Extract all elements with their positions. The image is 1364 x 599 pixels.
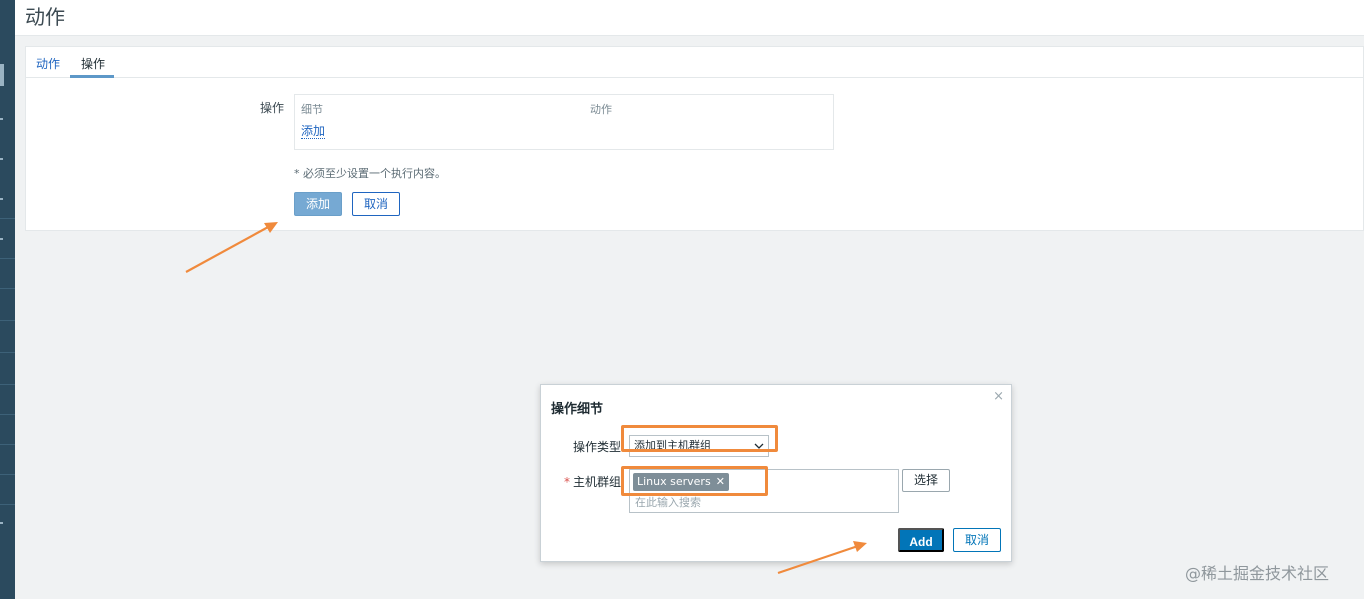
sidebar-item[interactable] (0, 158, 3, 160)
host-group-label-wrapper: * 主机群组 (559, 473, 621, 490)
sidebar-item[interactable] (0, 238, 3, 240)
watermark: @稀土掘金技术社区 (1185, 564, 1330, 583)
chip-label: Linux servers (637, 475, 711, 488)
sidebar-divider (0, 258, 15, 259)
dialog-cancel-button[interactable]: 取消 (953, 528, 1001, 552)
operation-type-select[interactable]: 添加到主机群组 (629, 435, 769, 457)
host-group-search-input[interactable]: 在此输入搜索 (635, 494, 701, 510)
operations-table: 细节 动作 添加 (294, 94, 834, 150)
sidebar-divider (0, 218, 15, 219)
host-group-label: 主机群组 (572, 475, 621, 489)
cancel-button[interactable]: 取消 (352, 192, 400, 216)
operation-type-value: 添加到主机群组 (634, 439, 711, 452)
sidebar-divider (0, 444, 15, 445)
sidebar-active-marker (0, 64, 4, 86)
host-group-multiselect[interactable]: Linux servers ✕ 在此输入搜索 (629, 469, 899, 513)
dialog-add-button[interactable]: Add (898, 528, 944, 552)
operations-label: 操作 (260, 101, 285, 115)
page-title: 动作 (25, 5, 65, 29)
sidebar (0, 0, 15, 599)
add-button[interactable]: 添加 (294, 192, 342, 216)
action-panel: 动作 操作 操作 细节 动作 添加 * 必须至少设置一个执行内容。 添加 取消 (25, 46, 1364, 231)
operation-type-label: 操作类型 (572, 440, 621, 454)
sidebar-divider (0, 414, 15, 415)
sidebar-divider (0, 352, 15, 353)
sidebar-divider (0, 504, 15, 505)
required-hint: * 必须至少设置一个执行内容。 (294, 167, 446, 180)
active-tab-indicator (70, 75, 114, 78)
close-icon[interactable]: × (993, 389, 1004, 404)
column-header-action: 动作 (590, 103, 612, 116)
operation-details-dialog: 操作细节 × 操作类型 添加到主机群组 * 主机群组 Linux servers ✕… (540, 384, 1012, 562)
required-asterisk: * (563, 475, 570, 489)
tab-bar: 动作 操作 (26, 47, 1363, 78)
dialog-title: 操作细节 (551, 402, 604, 417)
sidebar-item[interactable] (0, 198, 3, 200)
host-group-chip: Linux servers ✕ (633, 473, 729, 491)
tab-actions[interactable]: 动作 (36, 55, 60, 72)
add-operation-link[interactable]: 添加 (301, 124, 326, 139)
select-button[interactable]: 选择 (902, 469, 950, 492)
sidebar-item[interactable] (0, 522, 3, 524)
page-header: 动作 (15, 0, 1364, 36)
sidebar-divider (0, 474, 15, 475)
chevron-down-icon (754, 436, 764, 464)
remove-icon[interactable]: ✕ (716, 475, 725, 488)
sidebar-divider (0, 288, 15, 289)
sidebar-divider (0, 384, 15, 385)
sidebar-divider (0, 320, 15, 321)
sidebar-item[interactable] (0, 118, 3, 120)
column-header-detail: 细节 (301, 103, 323, 116)
tab-operations[interactable]: 操作 (81, 55, 105, 72)
